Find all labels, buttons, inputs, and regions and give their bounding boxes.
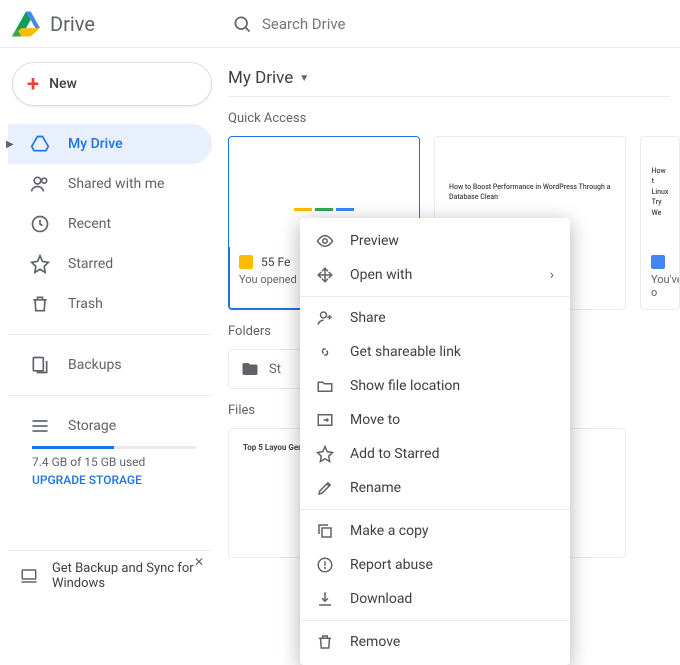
breadcrumb[interactable]: My Drive ▼: [228, 68, 670, 97]
promo-banner[interactable]: Get Backup and Sync for Windows ✕: [8, 550, 212, 601]
download-icon: [316, 590, 334, 608]
app-name: Drive: [50, 12, 95, 36]
move-to-icon: [316, 411, 334, 429]
sidebar-item-recent[interactable]: Recent: [8, 204, 212, 244]
sidebar-item-label: Storage: [68, 418, 116, 434]
promo-text: Get Backup and Sync for Windows: [52, 561, 200, 591]
quick-access-label: Quick Access: [228, 111, 680, 126]
ctx-label: Report abuse: [350, 557, 433, 573]
storage-usage-text: 7.4 GB of 15 GB used: [32, 455, 196, 469]
close-icon[interactable]: ✕: [194, 555, 204, 569]
new-button-label: New: [49, 76, 77, 92]
sidebar-item-label: My Drive: [68, 136, 123, 152]
report-icon: [316, 556, 334, 574]
star-icon: [30, 254, 50, 274]
sidebar-item-label: Recent: [68, 216, 111, 232]
plus-icon: +: [27, 72, 39, 97]
folder-icon: [316, 377, 334, 395]
monitor-icon: [20, 564, 38, 588]
sidebar: + New ▶ My Drive Shared with me Recent S…: [0, 48, 212, 601]
drive-icon: [30, 134, 50, 154]
ctx-download[interactable]: Download: [300, 582, 570, 616]
ctx-label: Add to Starred: [350, 446, 439, 462]
ctx-get-link[interactable]: Get shareable link: [300, 335, 570, 369]
card-title: 55 Fe: [261, 255, 290, 269]
chevron-down-icon: ▼: [299, 73, 309, 84]
card-thumbnail: How t Linux Try We: [641, 137, 679, 247]
ctx-label: Preview: [350, 233, 399, 249]
ctx-show-location[interactable]: Show file location: [300, 369, 570, 403]
star-icon: [316, 445, 334, 463]
copy-icon: [316, 522, 334, 540]
thumb-headline: 55: [301, 157, 347, 204]
folder-label: St: [269, 362, 281, 377]
ctx-star[interactable]: Add to Starred: [300, 437, 570, 471]
sidebar-item-my-drive[interactable]: ▶ My Drive: [8, 124, 212, 164]
docs-icon: [651, 255, 665, 269]
sidebar-item-starred[interactable]: Starred: [8, 244, 212, 284]
ctx-rename[interactable]: Rename: [300, 471, 570, 505]
sidebar-item-label: Backups: [68, 357, 122, 373]
sidebar-item-storage[interactable]: Storage: [8, 406, 212, 446]
sidebar-item-shared[interactable]: Shared with me: [8, 164, 212, 204]
ctx-report[interactable]: Report abuse: [300, 548, 570, 582]
ctx-open-with[interactable]: Open with ›: [300, 258, 570, 292]
card-subtitle: You've o: [651, 273, 669, 299]
storage-bar: [32, 446, 196, 449]
search-icon: [232, 14, 252, 34]
nav: ▶ My Drive Shared with me Recent Starred…: [8, 124, 212, 446]
context-menu: Preview Open with › Share Get shareable …: [300, 218, 570, 665]
brand[interactable]: Drive: [0, 10, 220, 38]
search-bar[interactable]: [220, 14, 680, 34]
eye-icon: [316, 232, 334, 250]
chevron-right-icon: ▶: [6, 139, 14, 150]
ctx-move-to[interactable]: Move to: [300, 403, 570, 437]
ctx-preview[interactable]: Preview: [300, 224, 570, 258]
trash-icon: [30, 294, 50, 314]
ctx-label: Remove: [350, 634, 400, 650]
ctx-copy[interactable]: Make a copy: [300, 514, 570, 548]
ctx-label: Get shareable link: [350, 344, 461, 360]
quick-access-card[interactable]: How t Linux Try We Ho You've o: [640, 136, 680, 310]
top-bar: Drive: [0, 0, 680, 48]
drive-logo-icon: [12, 10, 40, 38]
ctx-label: Download: [350, 591, 412, 607]
new-button[interactable]: + New: [12, 62, 212, 106]
pencil-icon: [316, 479, 334, 497]
storage-widget: 7.4 GB of 15 GB used UPGRADE STORAGE: [8, 446, 212, 487]
trash-icon: [316, 633, 334, 651]
folder-icon: [241, 360, 259, 378]
sidebar-item-trash[interactable]: Trash: [8, 284, 212, 324]
ctx-label: Move to: [350, 412, 400, 428]
move-icon: [316, 266, 334, 284]
search-input[interactable]: [262, 15, 462, 33]
breadcrumb-label: My Drive: [228, 68, 293, 88]
sidebar-item-label: Trash: [68, 296, 103, 312]
storage-icon: [30, 416, 50, 436]
backup-icon: [30, 355, 50, 375]
clock-icon: [30, 214, 50, 234]
people-icon: [30, 174, 50, 194]
sidebar-item-label: Shared with me: [68, 176, 164, 192]
ctx-label: Show file location: [350, 378, 460, 394]
ctx-remove[interactable]: Remove: [300, 625, 570, 659]
slides-icon: [239, 255, 253, 269]
sidebar-item-backups[interactable]: Backups: [8, 345, 212, 385]
ctx-label: Open with: [350, 267, 412, 283]
divider: [300, 296, 570, 297]
ctx-label: Make a copy: [350, 523, 429, 539]
divider: [300, 620, 570, 621]
ctx-share[interactable]: Share: [300, 301, 570, 335]
person-add-icon: [316, 309, 334, 327]
divider: [8, 395, 212, 396]
chevron-right-icon: ›: [550, 267, 554, 283]
link-icon: [316, 343, 334, 361]
upgrade-storage-link[interactable]: UPGRADE STORAGE: [32, 473, 196, 487]
divider: [300, 509, 570, 510]
ctx-label: Rename: [350, 480, 401, 496]
sidebar-item-label: Starred: [68, 256, 113, 272]
ctx-label: Share: [350, 310, 386, 326]
divider: [8, 334, 212, 335]
